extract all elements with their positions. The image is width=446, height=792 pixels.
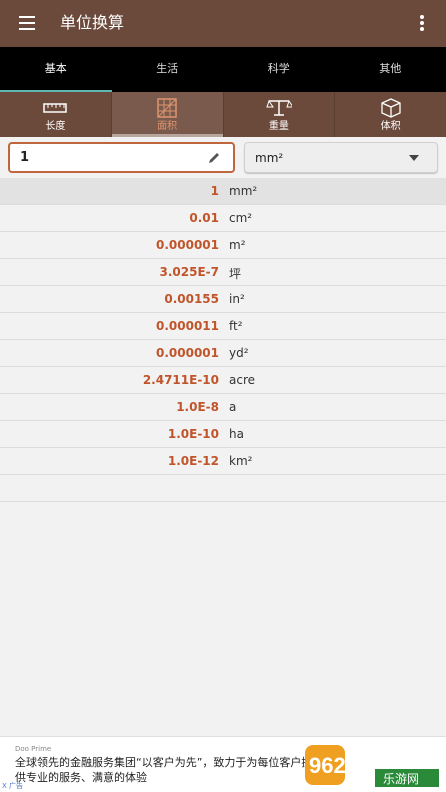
tab-other[interactable]: 其他 [335,47,446,92]
result-unit: mm² [229,184,258,198]
subtab-volume[interactable]: 体积 [335,92,446,137]
result-unit: ha [229,427,244,441]
value-input[interactable]: 1 [8,142,235,173]
unit-type-tabs: 长度 面积 重量 体积 [0,92,446,137]
result-value: 0.000011 [155,319,219,333]
result-value: 0.000001 [155,238,219,252]
results-list: 1 mm² 0.01 cm² 0.000001 m² 3.025E-7 坪 0.0015… [0,178,446,502]
subtab-label: 长度 [45,121,66,132]
result-row[interactable]: 0.000011 ft² [0,313,446,340]
menu-icon[interactable] [19,16,35,30]
result-row[interactable]: 2.4711E-10 acre [0,367,446,394]
app-bar: 单位换算 [0,0,446,47]
result-value: 1.0E-12 [167,454,219,468]
tab-life[interactable]: 生活 [112,47,224,92]
result-row[interactable]: 1.0E-8 a [0,394,446,421]
result-unit: yd² [229,346,249,360]
logo-sub: 乐游网 [383,772,419,786]
result-row[interactable]: 3.025E-7 坪 [0,259,446,286]
input-row: 1 mm² [0,137,446,179]
result-unit: m² [229,238,246,252]
result-row[interactable]: 0.000001 yd² [0,340,446,367]
category-tabs: 基本 生活 科学 其他 [0,47,446,92]
selected-unit: mm² [255,151,284,165]
pencil-icon[interactable] [207,151,221,165]
result-value: 1.0E-10 [167,427,219,441]
subtab-label: 面积 [157,121,178,132]
subtab-label: 体积 [380,121,401,132]
area-grid-icon [157,98,177,118]
result-value: 3.025E-7 [159,265,219,279]
result-row[interactable]: 1.0E-12 km² [0,448,446,475]
more-options-icon[interactable] [418,15,426,33]
subtab-area[interactable]: 面积 [111,92,224,137]
result-row[interactable]: 0.000001 m² [0,232,446,259]
result-unit: cm² [229,211,253,225]
ad-banner[interactable]: Doo Prime 全球领先的金融服务集团“以客户为先”，致力于为每位客户提供专… [0,736,446,792]
empty-row [0,475,446,502]
subtab-label: 重量 [268,121,289,132]
ad-brand: Doo Prime [15,745,52,753]
result-row[interactable]: 1.0E-10 ha [0,421,446,448]
subtab-weight[interactable]: 重量 [224,92,336,137]
tab-science[interactable]: 科学 [223,47,335,92]
ad-text: 全球领先的金融服务集团“以客户为先”，致力于为每位客户提供专业的服务、满意的体验 [15,756,313,784]
result-value: 0.01 [189,211,219,225]
result-unit: ft² [229,319,243,333]
result-value: 1.0E-8 [176,400,219,414]
input-value: 1 [20,150,30,165]
ruler-icon [43,103,68,113]
result-unit: a [229,400,237,414]
result-value: 0.000001 [155,346,219,360]
tab-basic[interactable]: 基本 [0,47,112,92]
result-value: 2.4711E-10 [142,373,219,387]
result-row[interactable]: 1 mm² [0,178,446,205]
watermark-logo-icon: 962.NET 乐游网 [305,745,439,787]
result-unit: 坪 [229,267,242,281]
result-value: 1 [210,184,219,198]
unit-select[interactable]: mm² [244,142,438,173]
result-unit: in² [229,292,245,306]
subtab-length[interactable]: 长度 [0,92,112,137]
dropdown-arrow-icon [409,155,419,161]
app-title: 单位换算 [60,13,125,32]
result-unit: km² [229,454,253,468]
cube-icon [380,98,401,118]
result-unit: acre [229,373,256,387]
result-value: 0.00155 [164,292,219,306]
result-row[interactable]: 0.00155 in² [0,286,446,313]
scale-icon [266,99,292,116]
result-row[interactable]: 0.01 cm² [0,205,446,232]
ad-close-tag[interactable]: X 广告 [2,781,23,791]
